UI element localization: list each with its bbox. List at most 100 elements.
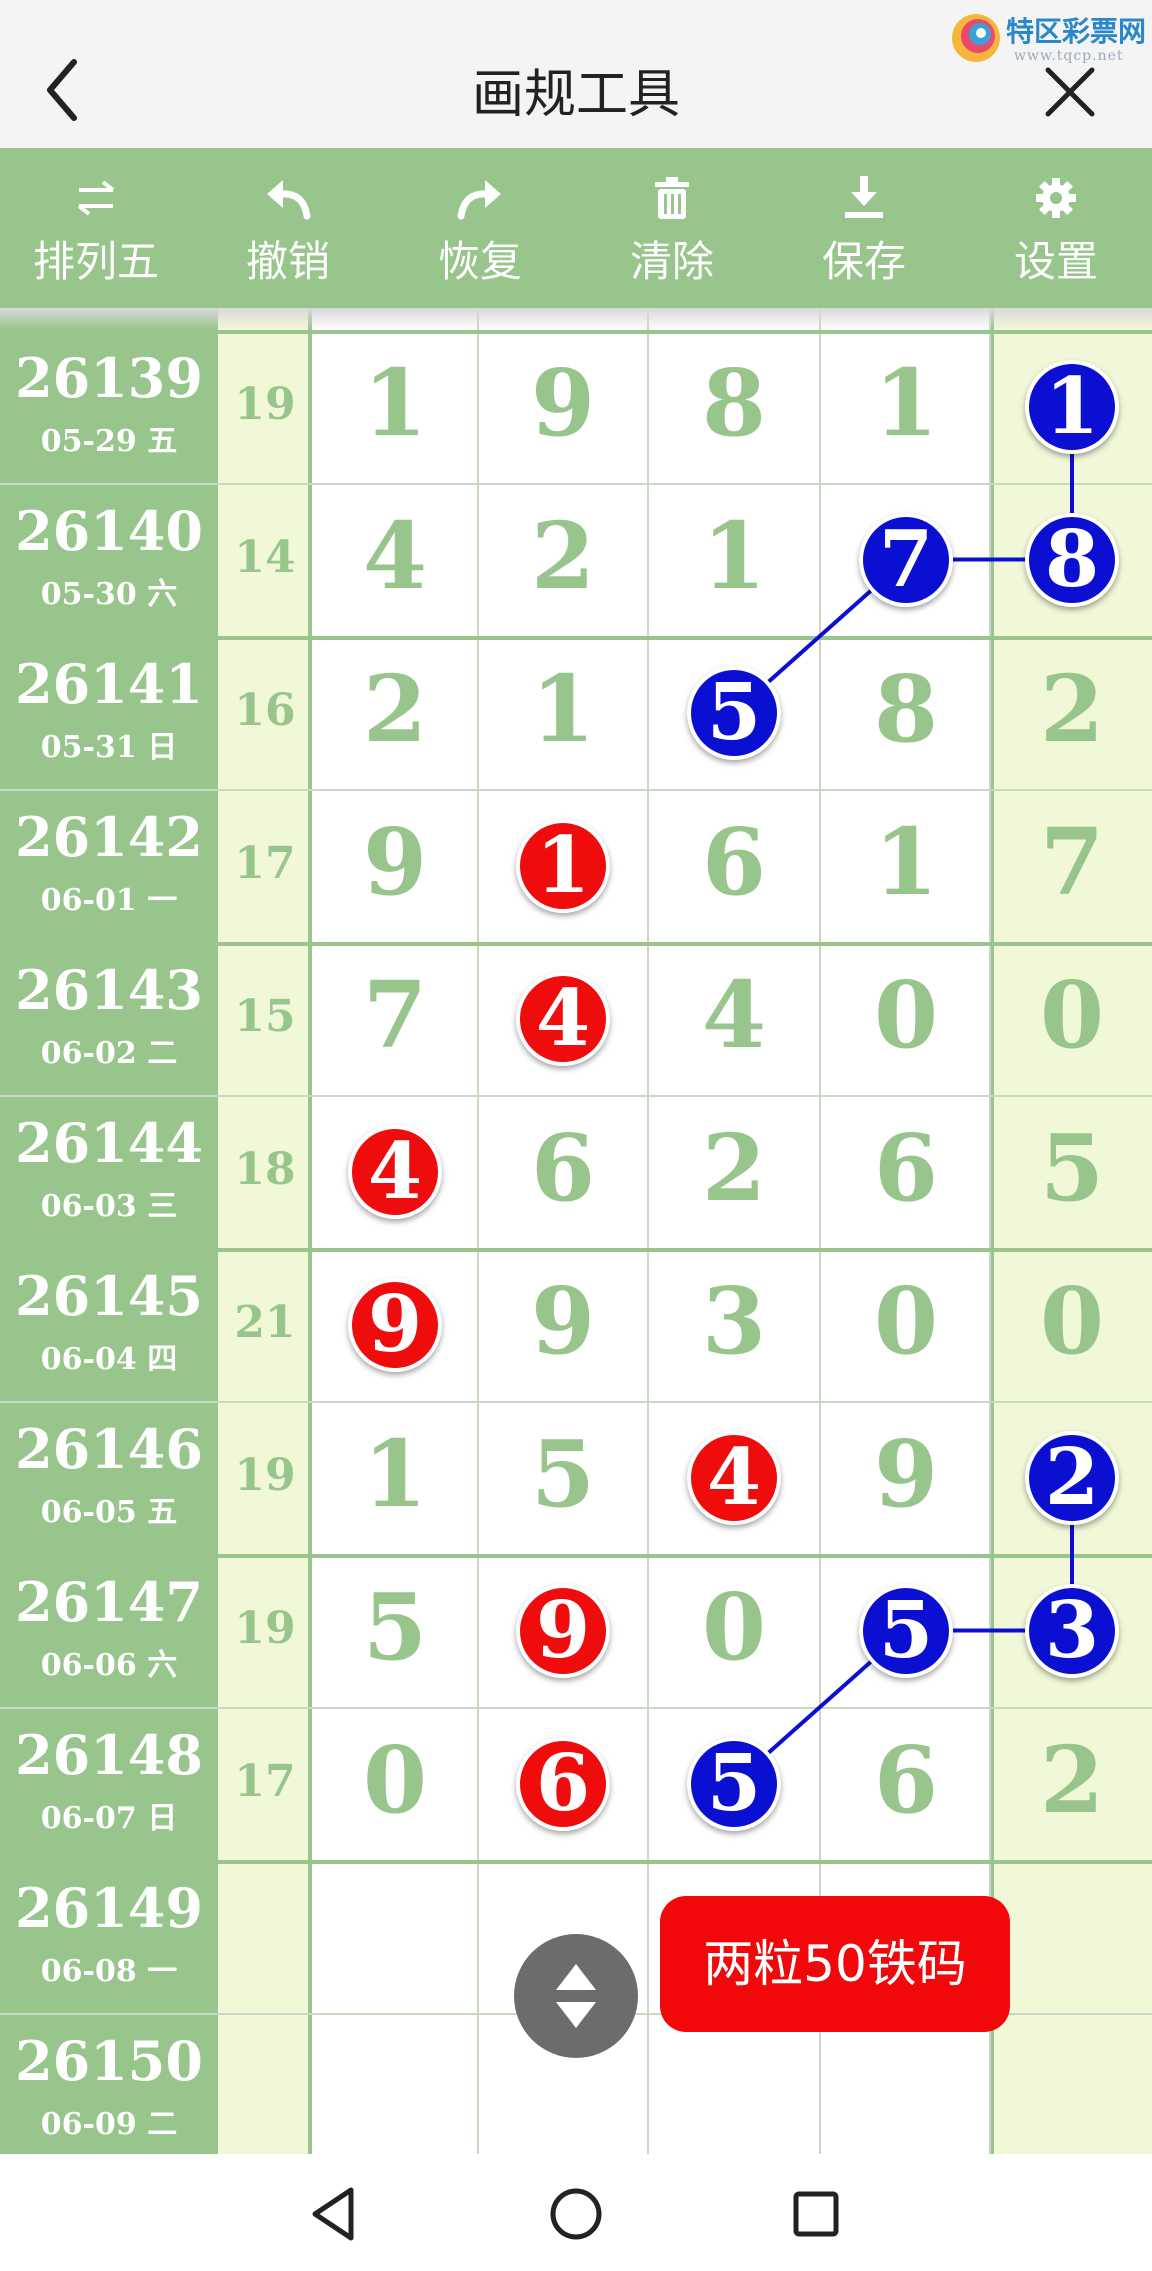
digit-sum: 16 <box>234 684 296 736</box>
digit-cell[interactable]: 0 <box>1022 961 1122 1069</box>
close-icon[interactable] <box>1040 62 1100 122</box>
digit-cell[interactable]: 1 <box>684 502 784 610</box>
sum-column <box>218 308 312 2154</box>
grid-vline <box>647 308 649 2154</box>
logo-swirl-icon <box>952 14 1000 62</box>
digit-cell[interactable]: 5 <box>345 1573 445 1681</box>
digit-cell[interactable]: 2 <box>345 655 445 763</box>
digit-sum: 14 <box>234 531 296 583</box>
undo-icon <box>267 180 311 220</box>
grid-hline <box>0 330 1152 334</box>
blue-ball[interactable]: 5 <box>687 665 781 760</box>
issue-number: 26142 <box>15 805 203 869</box>
red-ball[interactable]: 9 <box>516 1583 610 1678</box>
undo-button[interactable]: 撤销 <box>192 148 384 308</box>
digit-cell[interactable]: 8 <box>684 349 784 457</box>
digit-cell[interactable]: 9 <box>345 808 445 916</box>
lottery-type-button[interactable]: 排列五 <box>0 148 192 308</box>
red-ball[interactable]: 1 <box>516 818 610 913</box>
issue-number: 26140 <box>15 499 203 563</box>
digit-cell[interactable]: 2 <box>513 502 613 610</box>
digit-cell[interactable]: 0 <box>856 1267 956 1375</box>
drawing-grid[interactable]: 26139 05-29 五 19 1 9 8 1 26140 05-30 六 14 4 2 1 26141… <box>0 308 1152 2154</box>
digit-cell[interactable]: 6 <box>856 1726 956 1834</box>
issue-number: 26148 <box>15 1723 203 1787</box>
save-button[interactable]: 保存 <box>768 148 960 308</box>
clear-button[interactable]: 清除 <box>576 148 768 308</box>
settings-button[interactable]: 设置 <box>960 148 1152 308</box>
issue-date: 06-01 一 <box>40 883 178 918</box>
digit-cell[interactable]: 4 <box>684 961 784 1069</box>
digit-cell[interactable]: 9 <box>513 349 613 457</box>
grid-hline <box>0 1248 1152 1252</box>
digit-cell[interactable]: 2 <box>1022 1726 1122 1834</box>
digit-cell[interactable]: 1 <box>345 1420 445 1528</box>
grid-hline <box>0 1095 1152 1097</box>
blue-ball[interactable]: 1 <box>1025 359 1119 454</box>
grid-hline <box>0 1707 1152 1709</box>
digit-cell[interactable]: 9 <box>513 1267 613 1375</box>
red-ball[interactable]: 4 <box>687 1430 781 1525</box>
digit-sum: 15 <box>234 990 296 1042</box>
issue-number: 26144 <box>15 1111 203 1175</box>
digit-cell[interactable]: 9 <box>856 1420 956 1528</box>
digit-cell[interactable]: 6 <box>513 1114 613 1222</box>
digit-cell[interactable]: 7 <box>345 961 445 1069</box>
red-ball[interactable]: 9 <box>348 1277 442 1372</box>
red-ball[interactable]: 4 <box>348 1124 442 1219</box>
lottery-type-label: 排列五 <box>32 237 159 286</box>
issue-date: 06-03 三 <box>40 1189 178 1224</box>
issue-date: 06-06 六 <box>40 1648 178 1683</box>
download-icon <box>845 176 883 218</box>
issue-date: 06-04 四 <box>40 1342 178 1377</box>
blue-ball[interactable]: 8 <box>1025 512 1119 607</box>
issue-date: 05-29 五 <box>40 424 178 459</box>
promo-button[interactable]: 两粒50铁码 <box>660 1896 1010 2032</box>
digit-cell[interactable]: 3 <box>684 1267 784 1375</box>
digit-cell[interactable]: 2 <box>684 1114 784 1222</box>
blue-ball[interactable]: 7 <box>859 512 953 607</box>
home-circle-icon[interactable] <box>546 2184 606 2244</box>
digit-cell[interactable]: 0 <box>856 961 956 1069</box>
digit-cell[interactable]: 0 <box>345 1726 445 1834</box>
blue-ball[interactable]: 5 <box>687 1736 781 1831</box>
grid-vline <box>819 308 821 2154</box>
issue-number: 26141 <box>15 652 203 716</box>
red-ball[interactable]: 4 <box>516 971 610 1066</box>
red-ball[interactable]: 6 <box>516 1736 610 1831</box>
grid-hline <box>0 1860 1152 1864</box>
digit-cell[interactable]: 7 <box>1022 808 1122 916</box>
digit-cell[interactable]: 0 <box>1022 1267 1122 1375</box>
issue-number: 26150 <box>15 2029 203 2093</box>
logo-brand: 特区彩票网 <box>1006 15 1147 48</box>
digit-cell[interactable]: 0 <box>684 1573 784 1681</box>
blue-ball[interactable]: 2 <box>1025 1430 1119 1525</box>
blue-ball[interactable]: 5 <box>859 1583 953 1678</box>
digit-sum: 21 <box>234 1296 296 1348</box>
issue-number: 26147 <box>15 1570 203 1634</box>
save-label: 保存 <box>821 237 906 286</box>
digit-cell[interactable]: 1 <box>856 808 956 916</box>
recents-square-icon[interactable] <box>786 2184 846 2244</box>
digit-cell[interactable]: 1 <box>513 655 613 763</box>
digit-cell[interactable]: 6 <box>684 808 784 916</box>
digit-cell[interactable]: 5 <box>513 1420 613 1528</box>
digit-sum: 17 <box>234 1755 296 1807</box>
digit-cell[interactable]: 6 <box>856 1114 956 1222</box>
back-triangle-icon[interactable] <box>305 2184 365 2244</box>
digit-cell[interactable]: 2 <box>1022 655 1122 763</box>
blue-ball[interactable]: 3 <box>1025 1583 1119 1678</box>
grid-vline <box>989 308 991 2154</box>
grid-hline <box>0 942 1152 946</box>
grid-hline <box>0 483 1152 485</box>
scroll-toggle-button[interactable] <box>514 1934 638 2058</box>
digit-sum: 17 <box>234 837 296 889</box>
digit-cell[interactable]: 4 <box>345 502 445 610</box>
digit-cell[interactable]: 1 <box>345 349 445 457</box>
digit-cell[interactable]: 8 <box>856 655 956 763</box>
digit-cell[interactable]: 1 <box>856 349 956 457</box>
grid-hline <box>0 636 1152 640</box>
redo-button[interactable]: 恢复 <box>384 148 576 308</box>
digit-cell[interactable]: 5 <box>1022 1114 1122 1222</box>
settings-label: 设置 <box>1013 237 1098 286</box>
